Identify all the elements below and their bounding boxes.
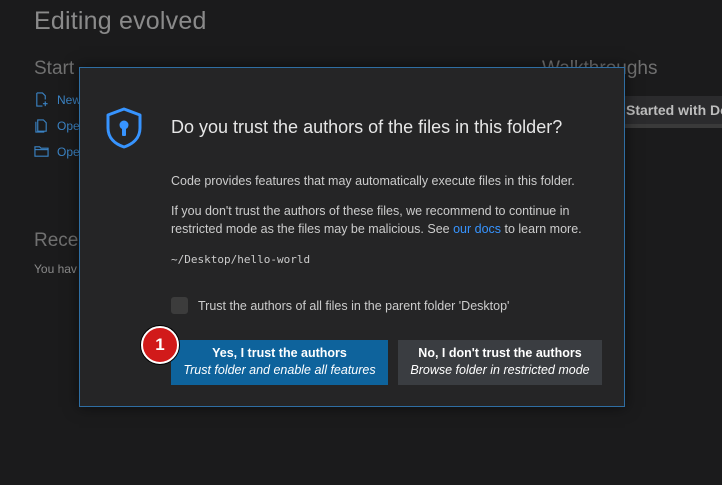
trust-parent-checkbox[interactable] — [171, 297, 188, 314]
start-item-label: New — [57, 92, 82, 107]
folder-icon — [34, 146, 49, 157]
new-file-icon — [36, 92, 48, 107]
start-item-label: Ope — [57, 144, 80, 159]
walkthrough-card[interactable]: Started with Do — [624, 96, 722, 124]
dialog-title: Do you trust the authors of the files in… — [171, 117, 563, 137]
folder-path: ~/Desktop/hello-world — [171, 253, 311, 266]
trust-parent-label[interactable]: Trust the authors of all files in the pa… — [198, 299, 509, 313]
recent-empty-text: You hav — [34, 262, 77, 276]
shield-lock-icon — [106, 107, 142, 149]
step-badge: 1 — [141, 326, 179, 364]
trust-parent-checkbox-row[interactable]: Trust the authors of all files in the pa… — [171, 297, 509, 314]
walkthrough-progress — [624, 124, 722, 128]
trust-no-label: No, I don't trust the authors — [418, 346, 582, 360]
trust-yes-button[interactable]: Yes, I trust the authors Trust folder an… — [171, 340, 388, 385]
start-item-open-file[interactable]: Ope — [34, 118, 80, 133]
docs-link[interactable]: our docs — [453, 222, 501, 236]
start-heading: Start — [34, 58, 75, 79]
trust-no-sublabel: Browse folder in restricted mode — [410, 363, 590, 377]
recent-heading: Recer — [34, 230, 85, 251]
warning-text-end: to learn more. — [501, 222, 582, 236]
page-title: Editing evolved — [34, 7, 207, 35]
open-file-icon — [35, 119, 47, 133]
trust-no-button[interactable]: No, I don't trust the authors Browse fol… — [398, 340, 602, 385]
trust-yes-label: Yes, I trust the authors — [212, 346, 347, 360]
start-item-new-file[interactable]: New — [34, 92, 81, 107]
start-item-open-folder[interactable]: Ope — [34, 144, 80, 159]
dialog-description: Code provides features that may automati… — [171, 174, 575, 188]
start-item-label: Ope — [57, 118, 80, 133]
trust-yes-sublabel: Trust folder and enable all features — [183, 363, 376, 377]
dialog-warning: If you don't trust the authors of these … — [171, 202, 611, 238]
